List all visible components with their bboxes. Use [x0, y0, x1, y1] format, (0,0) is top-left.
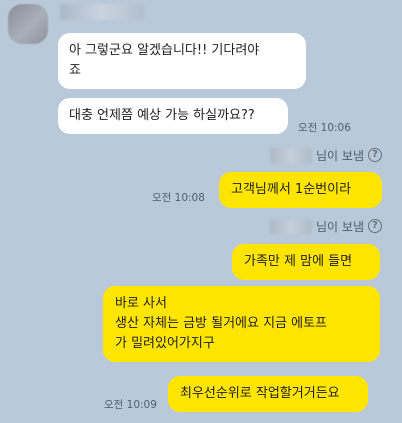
incoming-message-2[interactable]: 대충 언제쯤 예상 가능 하실까요??	[58, 98, 288, 134]
outgoing-message-4-time: 오전 10:09	[104, 399, 157, 411]
reader-name-blurred	[270, 218, 313, 234]
question-circle-icon[interactable]: ?	[368, 219, 382, 233]
chat-window: 아 그렇군요 알겠습니다!! 기다려야 죠 대충 언제쯤 예상 가능 하실까요?…	[0, 0, 402, 423]
reader-row-1: 님이 보냄 ?	[270, 145, 382, 165]
reader-label: 님이 보냄	[316, 148, 364, 163]
outgoing-message-2[interactable]: 가족만 제 맘에 들면	[232, 244, 380, 280]
outgoing-message-1-time: 오전 10:08	[152, 192, 205, 204]
reader-row-2: 님이 보냄 ?	[270, 216, 382, 236]
sender-avatar[interactable]	[8, 4, 48, 44]
incoming-message-2-time: 오전 10:06	[298, 122, 351, 134]
reader-name-blurred	[270, 147, 313, 163]
sender-name-blurred	[60, 4, 144, 20]
outgoing-message-1[interactable]: 고객님께서 1순번이라	[219, 172, 382, 208]
reader-label: 님이 보냄	[316, 219, 364, 234]
outgoing-message-4[interactable]: 최우선순위로 작업할거거든요	[168, 376, 368, 412]
question-circle-icon[interactable]: ?	[368, 148, 382, 162]
outgoing-message-3[interactable]: 바로 사서 생산 자체는 금방 될거에요 지금 에토프 가 밀려있어가지구	[103, 286, 380, 362]
incoming-message-1[interactable]: 아 그렇군요 알겠습니다!! 기다려야 죠	[58, 33, 306, 89]
